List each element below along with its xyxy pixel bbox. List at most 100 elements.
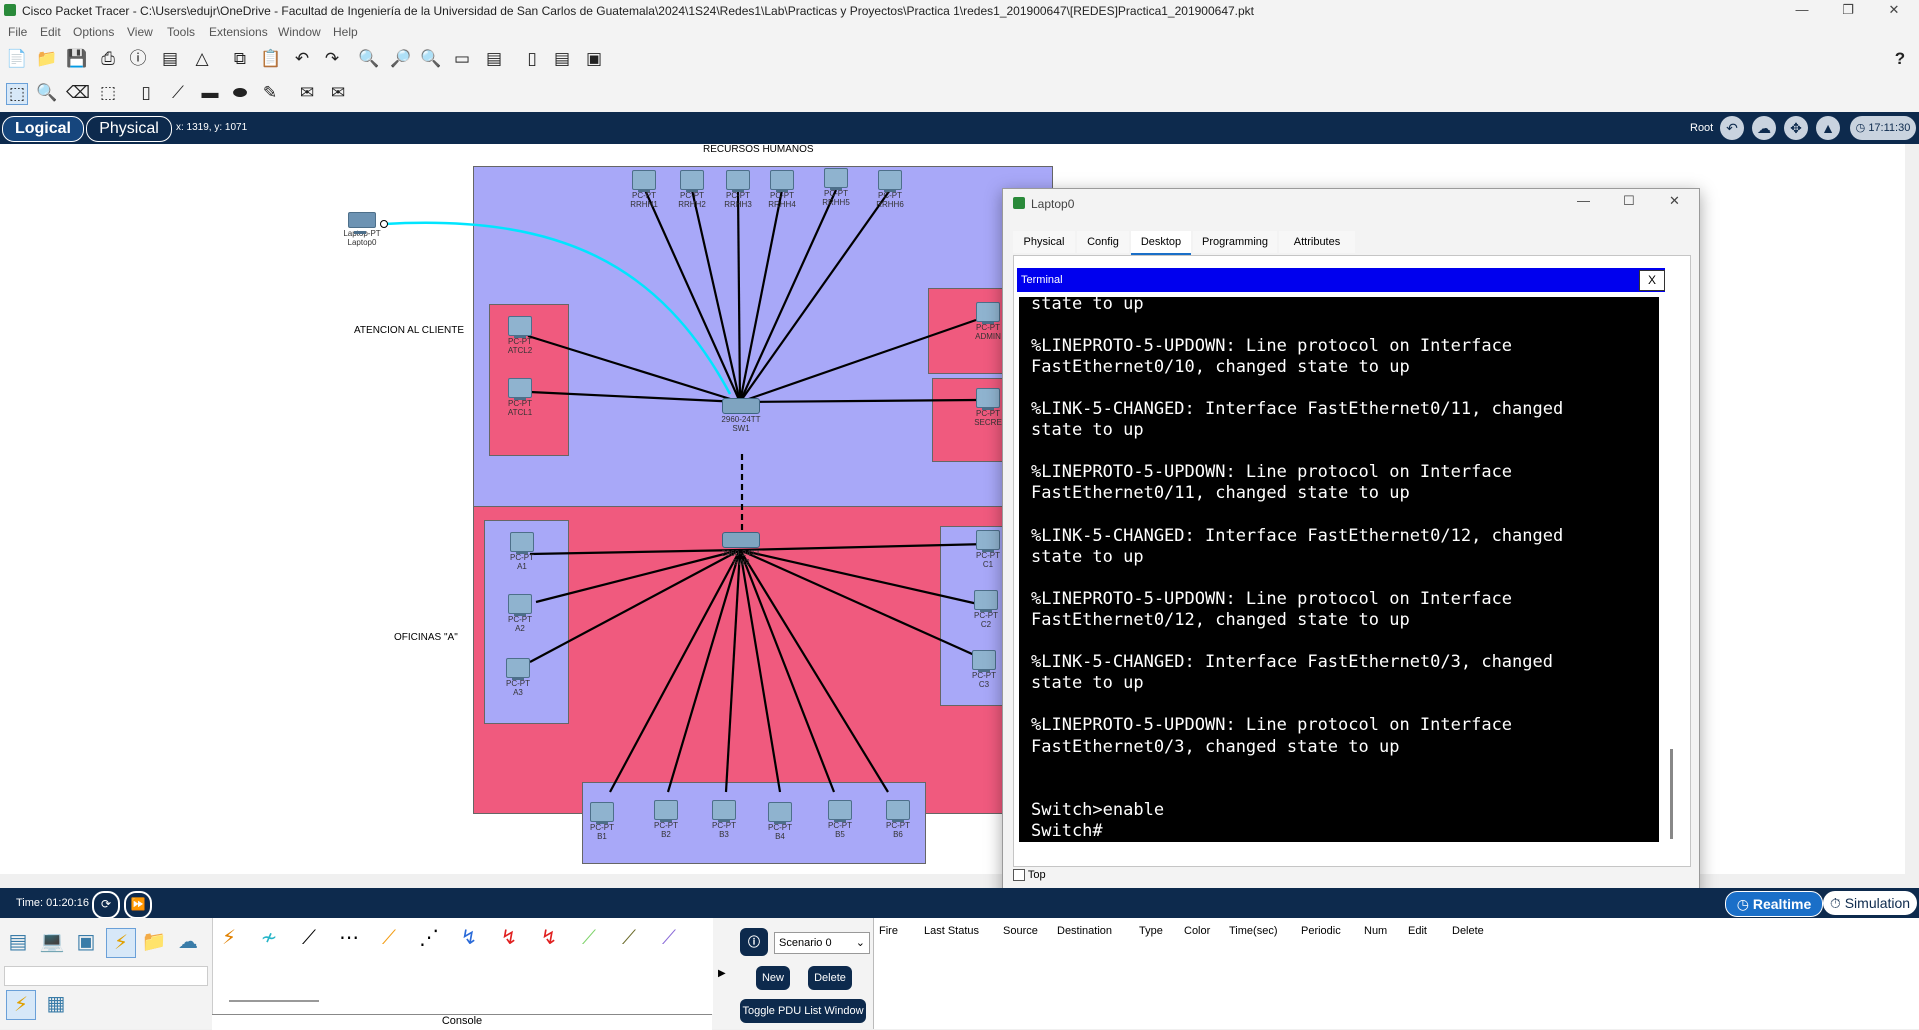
copy-icon[interactable]: ⧉ xyxy=(230,49,250,69)
drawing-palette-icon[interactable]: ▭ xyxy=(452,49,472,69)
pc-atcl2[interactable]: PC-PT ATCL2 xyxy=(498,316,542,355)
zoom-out-icon[interactable]: 🔍 xyxy=(420,49,441,69)
pc-b6[interactable]: PC-PT B6 xyxy=(876,800,920,839)
maximize-button[interactable]: ❐ xyxy=(1830,2,1866,20)
resize-icon[interactable]: ⬚ xyxy=(98,83,118,103)
physical-tab[interactable]: Physical xyxy=(86,116,172,142)
close-button[interactable]: ✕ xyxy=(1876,2,1912,20)
delete-scenario-button[interactable]: Delete xyxy=(808,966,852,990)
viewport-icon[interactable]: ▣ xyxy=(584,49,604,69)
save-icon[interactable]: 💾 xyxy=(66,49,87,69)
menu-extensions[interactable]: Extensions xyxy=(209,25,268,39)
connections-icon[interactable]: ⚡ xyxy=(106,928,136,958)
info-icon[interactable]: ⓘ xyxy=(740,928,768,956)
network-devices-icon[interactable]: ▤ xyxy=(4,928,32,956)
select-icon[interactable]: ⬚ xyxy=(6,83,28,105)
end-devices-icon[interactable]: 💻 xyxy=(38,928,66,956)
complex-pdu-icon[interactable]: ✉ xyxy=(328,83,348,103)
paste-icon[interactable]: 📋 xyxy=(260,49,281,69)
top-checkbox-row[interactable]: Top xyxy=(1013,869,1046,882)
cloud-icon[interactable]: ☁ xyxy=(1752,116,1776,140)
move-object-icon[interactable]: ✥ xyxy=(1784,116,1808,140)
simple-pdu-icon[interactable]: ✉ xyxy=(297,83,317,103)
switch-sw1[interactable]: 2960-24TT SW1 xyxy=(712,398,770,433)
freeform-icon[interactable]: ✎ xyxy=(260,83,280,103)
tab-desktop[interactable]: Desktop xyxy=(1131,231,1191,255)
pc-rrhh1[interactable]: PC-PT RRHH1 xyxy=(622,170,666,209)
toggle-pdu-list-button[interactable]: Toggle PDU List Window xyxy=(740,999,866,1023)
console-cable-icon[interactable]: ≁ xyxy=(255,924,283,952)
fast-forward-icon[interactable]: ⏩ xyxy=(124,891,152,919)
simulation-button[interactable]: ⏱ Simulation xyxy=(1823,891,1917,915)
laptop-maximize-button[interactable]: ☐ xyxy=(1623,193,1635,209)
device-search-field[interactable] xyxy=(4,966,208,986)
terminal-output[interactable]: state to up %LINEPROTO-5-UPDOWN: Line pr… xyxy=(1019,297,1659,842)
activity-wizard-icon[interactable]: △ xyxy=(192,49,212,69)
back-icon[interactable]: ↶ xyxy=(1720,116,1744,140)
copper-straight-icon[interactable]: ⟋ xyxy=(295,924,323,952)
pc-a3[interactable]: PC-PT A3 xyxy=(496,658,540,697)
switch-sw2[interactable]: 2960-24TT SW2 xyxy=(712,532,770,567)
inspect-icon[interactable]: 🔍 xyxy=(36,83,57,103)
multiuser-icon[interactable]: ☁ xyxy=(174,928,202,956)
menu-file[interactable]: File xyxy=(8,25,27,39)
rectangle-icon[interactable]: ▬ xyxy=(200,83,220,103)
scenario-select[interactable]: Scenario 0 ⌄ xyxy=(774,932,870,954)
tab-config[interactable]: Config xyxy=(1077,231,1129,253)
expand-arrow-icon[interactable]: ▶ xyxy=(718,968,726,979)
custom-devices-icon[interactable]: ▤ xyxy=(484,49,504,69)
tab-physical[interactable]: Physical xyxy=(1013,231,1075,253)
coaxial-icon[interactable]: ↯ xyxy=(455,924,483,952)
undo-icon[interactable]: ↶ xyxy=(292,49,312,69)
network-wizard-icon[interactable]: ▤ xyxy=(160,49,180,69)
text-file-icon[interactable]: ▯ xyxy=(522,49,542,69)
help-icon[interactable]: ? xyxy=(1890,49,1910,69)
pc-b3[interactable]: PC-PT B3 xyxy=(702,800,746,839)
panel-scroll-indicator[interactable] xyxy=(229,1000,319,1002)
misc-icon[interactable]: 📁 xyxy=(140,928,168,956)
zoom-in-icon[interactable]: 🔍 xyxy=(358,49,379,69)
components-icon[interactable]: ▣ xyxy=(72,928,100,956)
menu-help[interactable]: Help xyxy=(333,25,358,39)
menu-view[interactable]: View xyxy=(127,25,153,39)
minimize-button[interactable]: — xyxy=(1784,2,1820,20)
terminal-close-button[interactable]: X xyxy=(1639,270,1665,291)
tab-programming[interactable]: Programming xyxy=(1193,231,1277,253)
pc-atcl1[interactable]: PC-PT ATCL1 xyxy=(498,378,542,417)
usb-icon[interactable]: ⟋ xyxy=(655,924,683,952)
pc-a2[interactable]: PC-PT A2 xyxy=(498,594,542,633)
pc-b5[interactable]: PC-PT B5 xyxy=(818,800,862,839)
pc-rrhh3[interactable]: PC-PT RRHH3 xyxy=(716,170,760,209)
menu-options[interactable]: Options xyxy=(73,25,114,39)
copper-crossover-icon[interactable]: ⋯ xyxy=(335,924,363,952)
menu-tools[interactable]: Tools xyxy=(167,25,195,39)
line-icon[interactable]: ⟋ xyxy=(168,83,188,103)
top-checkbox[interactable] xyxy=(1013,869,1025,882)
pc-b4[interactable]: PC-PT B4 xyxy=(758,802,802,841)
tab-attributes[interactable]: Attributes xyxy=(1279,231,1355,253)
power-cycle-icon[interactable]: ⟳ xyxy=(92,891,120,919)
workspace-scrollbar[interactable] xyxy=(1905,144,1919,874)
grid-icon[interactable]: ▦ xyxy=(42,990,70,1018)
realtime-button[interactable]: ◷ Realtime xyxy=(1725,891,1823,917)
fiber-icon[interactable]: ⟋ xyxy=(375,924,403,952)
open-icon[interactable]: 📁 xyxy=(36,49,57,69)
iot-custom-icon[interactable]: ⟋ xyxy=(615,924,643,952)
laptop-minimize-button[interactable]: — xyxy=(1577,193,1590,208)
ellipse-icon[interactable]: ⬬ xyxy=(230,83,250,103)
new-scenario-button[interactable]: New xyxy=(756,966,790,990)
terminal-scrollbar[interactable] xyxy=(1666,297,1680,842)
note-icon[interactable]: ▯ xyxy=(136,83,156,103)
serial-dte-icon[interactable]: ↯ xyxy=(535,924,563,952)
pc-rrhh5[interactable]: PC-PT RRHH5 xyxy=(814,168,858,207)
pc-a1[interactable]: PC-PT A1 xyxy=(500,532,544,571)
menu-edit[interactable]: Edit xyxy=(40,25,61,39)
new-icon[interactable]: 📄 xyxy=(6,49,27,69)
cluster-icon[interactable]: ▤ xyxy=(552,49,572,69)
octal-icon[interactable]: ⟋ xyxy=(575,924,603,952)
zoom-reset-icon[interactable]: 🔎 xyxy=(390,49,411,69)
print-icon[interactable]: ⎙ xyxy=(98,49,118,69)
connections-subtype-icon[interactable]: ⚡ xyxy=(6,990,36,1020)
laptop-close-button[interactable]: ✕ xyxy=(1669,193,1680,209)
pc-rrhh4[interactable]: PC-PT RRHH4 xyxy=(760,170,804,209)
